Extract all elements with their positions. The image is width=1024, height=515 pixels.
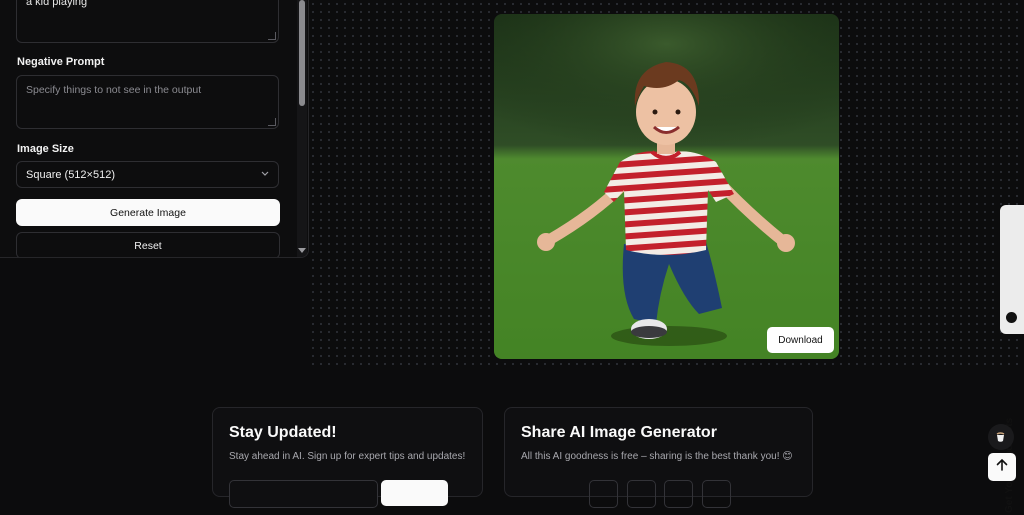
share-button[interactable] <box>702 480 731 508</box>
negative-prompt-placeholder: Specify things to not see in the output <box>26 84 202 96</box>
resize-handle-icon[interactable] <box>268 32 276 40</box>
newsletter-card: Stay Updated! Stay ahead in AI. Sign up … <box>212 407 483 508</box>
share-title: Share AI Image Generator <box>521 424 717 441</box>
image-size-value: Square (512×512) <box>26 169 115 181</box>
share-button[interactable] <box>627 480 656 508</box>
reset-button[interactable]: Reset <box>16 232 280 257</box>
share-button[interactable] <box>664 480 693 508</box>
share-button[interactable] <box>589 480 618 508</box>
chevron-down-icon <box>260 168 270 181</box>
generator-form-panel: a kid playing Negative Prompt Specify th… <box>0 0 309 258</box>
scrollbar-thumb[interactable] <box>299 0 305 106</box>
resize-handle-icon[interactable] <box>268 118 276 126</box>
arrow-up-icon <box>995 458 1009 477</box>
image-size-select[interactable]: Square (512×512) <box>16 161 279 188</box>
generated-image <box>494 14 839 359</box>
newsletter-title: Stay Updated! <box>229 424 337 441</box>
headshots-icon <box>1006 312 1017 323</box>
negative-prompt-label: Negative Prompt <box>17 56 105 68</box>
scroll-down-arrow-icon[interactable] <box>298 248 306 253</box>
scroll-to-top-button[interactable] <box>988 453 1016 481</box>
image-size-label: Image Size <box>17 143 74 155</box>
email-field[interactable] <box>229 480 378 508</box>
share-card: Share AI Image Generator All this AI goo… <box>504 407 813 508</box>
prompt-textarea[interactable]: a kid playing <box>16 0 279 43</box>
share-subtitle: All this AI goodness is free – sharing i… <box>521 451 793 462</box>
newsletter-subtitle: Stay ahead in AI. Sign up for expert tip… <box>229 451 466 462</box>
download-button[interactable]: Download <box>767 327 834 353</box>
negative-prompt-textarea[interactable]: Specify things to not see in the output <box>16 75 279 129</box>
coffee-cup-icon[interactable] <box>988 424 1014 450</box>
subscribe-button[interactable] <box>381 480 448 506</box>
generate-image-button[interactable]: Generate Image <box>16 199 280 226</box>
prompt-value: a kid playing <box>26 0 88 8</box>
